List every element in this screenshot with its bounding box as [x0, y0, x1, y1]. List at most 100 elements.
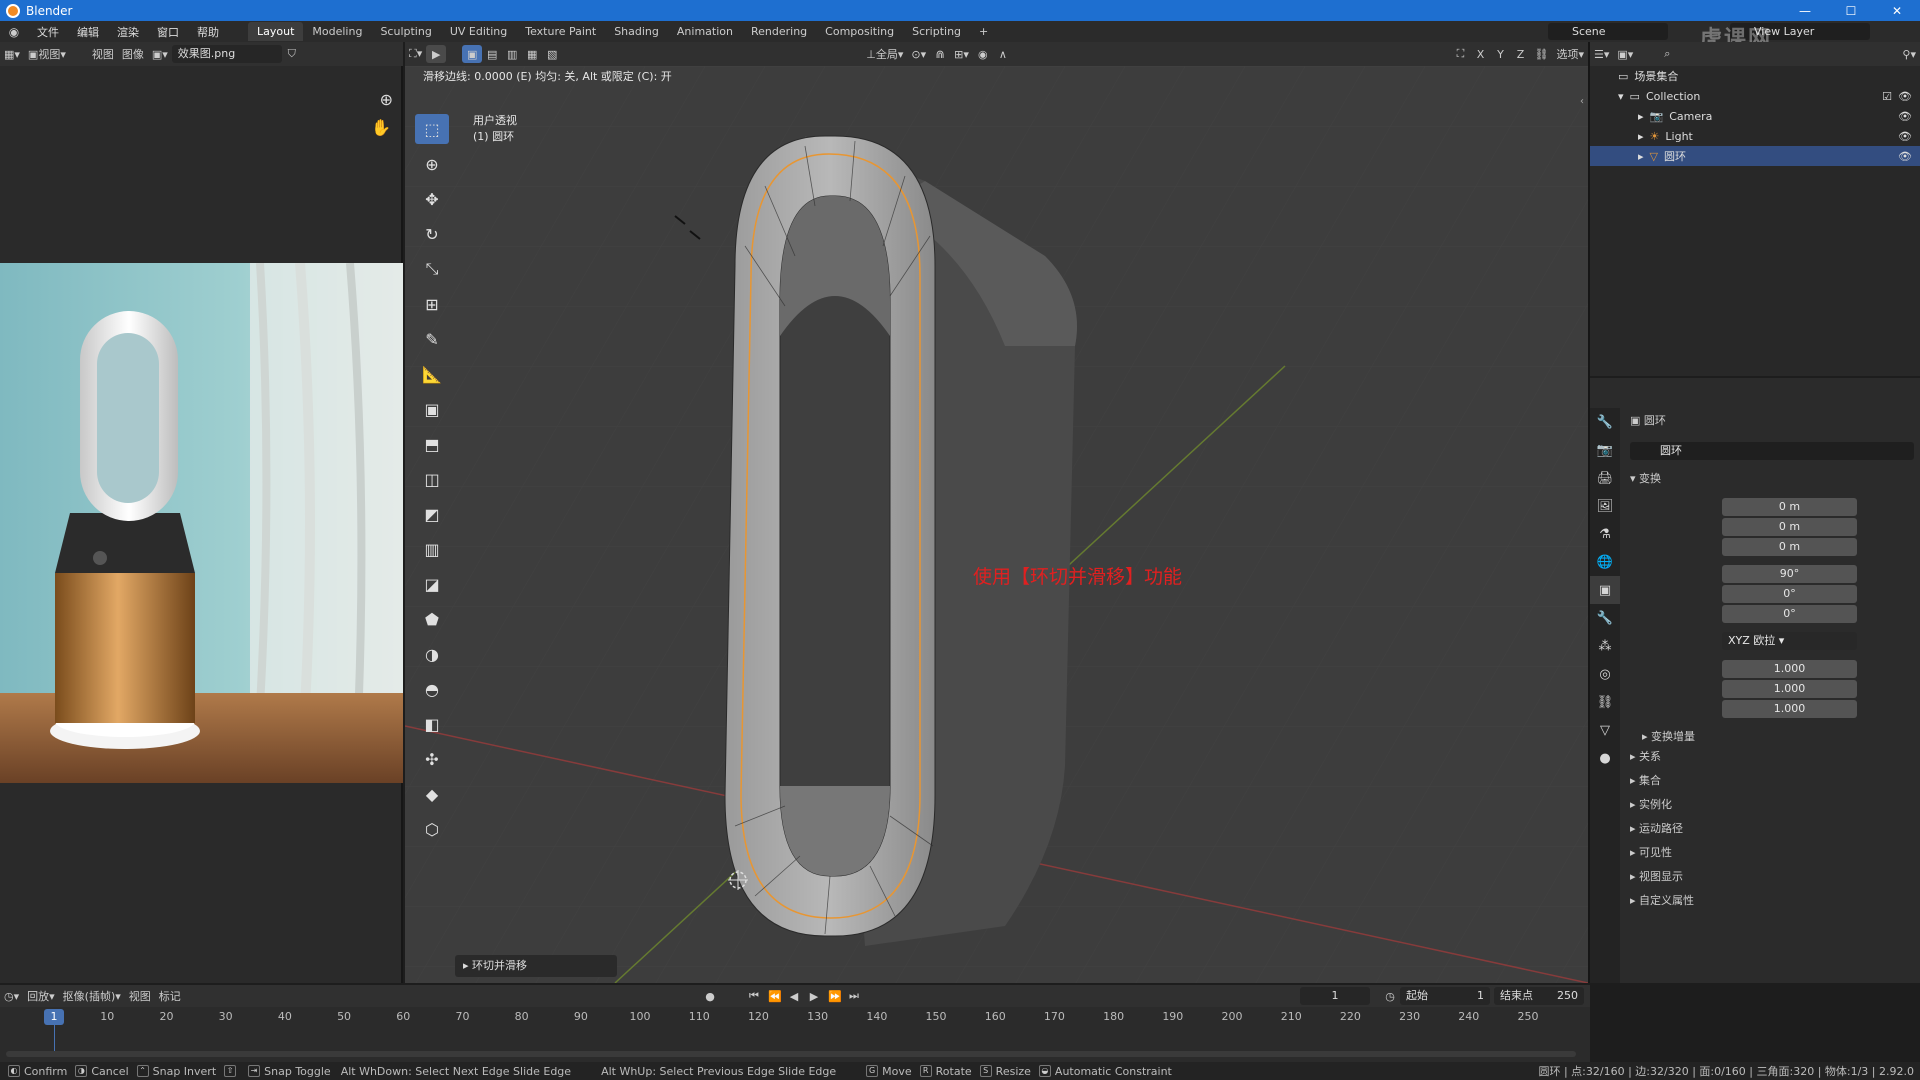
playhead[interactable]: 1 — [44, 1009, 64, 1025]
rotation-x-field[interactable]: 90° — [1722, 565, 1857, 583]
loop-cut-tool-icon[interactable]: ▥ — [415, 534, 449, 564]
snap-icon[interactable]: ⋒ — [930, 45, 950, 63]
view-mode-selector[interactable]: ▣ 视图 ▾ — [24, 45, 70, 63]
scale-z-field[interactable]: 1.000 — [1722, 700, 1857, 718]
select-invert-icon[interactable]: ▦ — [522, 45, 542, 63]
rip-tool-icon[interactable]: ⬡ — [415, 814, 449, 844]
particles-tab-icon[interactable]: ⁂ — [1590, 632, 1620, 660]
outliner-item-camera[interactable]: ▸ 📷 Camera 👁 — [1590, 106, 1920, 126]
scene-tab-icon[interactable]: ⚗ — [1590, 520, 1620, 548]
viewport-display-section[interactable]: ▸ 视图显示 — [1630, 868, 1683, 888]
expand-arrow-icon[interactable]: ▾ — [1618, 90, 1624, 103]
scene-selector[interactable]: Scene — [1548, 23, 1668, 40]
outliner-editor-type-icon[interactable]: ☰▾ — [1590, 45, 1613, 63]
viewport-editor-type-icon[interactable]: ⛶▾ — [405, 45, 426, 63]
transform-section-header[interactable]: ▾ 变换 — [1630, 470, 1661, 490]
menu-edit[interactable]: 编辑 — [68, 24, 108, 40]
scale-y-field[interactable]: 1.000 — [1722, 680, 1857, 698]
motion-paths-section[interactable]: ▸ 运动路径 — [1630, 820, 1683, 840]
play-icon[interactable]: ▶ — [804, 987, 824, 1005]
material-tab-icon[interactable]: ● — [1590, 744, 1620, 772]
jump-start-icon[interactable]: ⏮ — [744, 987, 764, 1005]
collections-section[interactable]: ▸ 集合 — [1630, 772, 1661, 792]
pan-hand-icon[interactable]: ✋ — [371, 118, 391, 137]
location-y-field[interactable]: 0 m — [1722, 518, 1857, 536]
tab-scripting[interactable]: Scripting — [903, 22, 970, 41]
maximize-icon[interactable]: ☐ — [1828, 0, 1874, 21]
relations-section[interactable]: ▸ 关系 — [1630, 748, 1661, 768]
edge-slide-tool-icon[interactable]: ◧ — [415, 709, 449, 739]
menu-timeline-view[interactable]: 视图 — [125, 987, 155, 1005]
display-mode-icon[interactable]: ▣▾ — [1613, 45, 1637, 63]
expand-arrow-icon[interactable]: ▸ — [1638, 110, 1644, 123]
options-menu[interactable]: 选项 ▾ — [1552, 45, 1588, 63]
eye-icon[interactable]: 👁 — [1898, 90, 1912, 103]
jump-end-icon[interactable]: ⏭ — [844, 987, 864, 1005]
custom-properties-section[interactable]: ▸ 自定义属性 — [1630, 892, 1694, 912]
select-mode-icon[interactable]: ▶ — [426, 45, 447, 63]
render-tab-icon[interactable]: 📷 — [1590, 436, 1620, 464]
mirror-icon[interactable]: ⛶ — [1451, 45, 1471, 63]
transform-tool-icon[interactable]: ⊞ — [415, 289, 449, 319]
inset-tool-icon[interactable]: ◫ — [415, 464, 449, 494]
rotation-y-field[interactable]: 0° — [1722, 585, 1857, 603]
auto-merge-icon[interactable]: ⛓ — [1531, 45, 1553, 63]
output-tab-icon[interactable]: 🖨 — [1590, 464, 1620, 492]
physics-tab-icon[interactable]: ◎ — [1590, 660, 1620, 688]
transform-orientation[interactable]: ⊥ 全局 ▾ — [862, 45, 907, 63]
shear-tool-icon[interactable]: ◆ — [415, 779, 449, 809]
visibility-section[interactable]: ▸ 可见性 — [1630, 844, 1672, 864]
tab-layout[interactable]: Layout — [248, 22, 304, 41]
minimize-icon[interactable]: — — [1782, 0, 1828, 21]
select-extend-icon[interactable]: ▤ — [482, 45, 502, 63]
sidebar-toggle-icon[interactable]: ‹ — [1580, 96, 1584, 107]
expand-arrow-icon[interactable]: ▸ — [1638, 150, 1644, 163]
image-name-field[interactable]: 效果图.png — [171, 45, 282, 63]
menu-window[interactable]: 窗口 — [148, 24, 188, 40]
select-new-icon[interactable]: ▣ — [462, 45, 483, 63]
collection-row[interactable]: ▾ ▭ Collection ☑ 👁 — [1590, 86, 1920, 106]
image-browse-icon[interactable]: ▣▾ — [148, 45, 172, 63]
image-editor[interactable]: ⊕ ✋ — [0, 66, 403, 983]
bevel-tool-icon[interactable]: ◩ — [415, 499, 449, 529]
record-icon[interactable]: ● — [700, 987, 720, 1005]
menu-help[interactable]: 帮助 — [188, 24, 228, 40]
add-workspace-icon[interactable]: + — [970, 22, 997, 41]
select-subtract-icon[interactable]: ▥ — [502, 45, 522, 63]
timeline-editor-type-icon[interactable]: ◷▾ — [0, 987, 23, 1005]
tab-sculpting[interactable]: Sculpting — [371, 22, 440, 41]
pivot-icon[interactable]: ⊙▾ — [907, 45, 930, 63]
modifier-tab-icon[interactable]: 🔧 — [1590, 604, 1620, 632]
menu-file[interactable]: 文件 — [28, 24, 68, 40]
falloff-icon[interactable]: ∧ — [993, 45, 1013, 63]
outliner-search-icon[interactable]: ⌕ — [1657, 45, 1677, 63]
outliner-item-ring[interactable]: ▸ ▽ 圆环 👁 — [1590, 146, 1920, 166]
extrude-tool-icon[interactable]: ⬒ — [415, 429, 449, 459]
next-keyframe-icon[interactable]: ⏩ — [824, 987, 846, 1005]
collection-checkbox[interactable]: ☑ — [1882, 90, 1892, 103]
current-frame-field[interactable]: 1 — [1300, 987, 1370, 1005]
rotation-mode-select[interactable]: XYZ 欧拉 ▾ — [1722, 632, 1857, 650]
annotate-tool-icon[interactable]: ✎ — [415, 324, 449, 354]
menu-marker[interactable]: 标记 — [155, 987, 185, 1005]
mirror-y[interactable]: Y — [1491, 45, 1511, 63]
view-layer-tab-icon[interactable]: 🖼 — [1590, 492, 1620, 520]
fake-user-icon[interactable]: ⛉ — [282, 45, 302, 63]
tab-uv-editing[interactable]: UV Editing — [441, 22, 516, 41]
proportional-edit-icon[interactable]: ◉ — [973, 45, 993, 63]
location-x-field[interactable]: 0 m — [1722, 498, 1857, 516]
select-intersect-icon[interactable]: ▧ — [542, 45, 562, 63]
smooth-tool-icon[interactable]: ◓ — [415, 674, 449, 704]
start-frame-field[interactable]: 起始 1 — [1400, 987, 1490, 1005]
filter-icon[interactable]: ⚲▾ — [1898, 45, 1920, 63]
tab-rendering[interactable]: Rendering — [742, 22, 816, 41]
object-name-field[interactable]: 圆环 — [1630, 442, 1914, 460]
cursor-tool-icon[interactable]: ⊕ — [415, 149, 449, 179]
tab-animation[interactable]: Animation — [668, 22, 742, 41]
snap-target-icon[interactable]: ⊞▾ — [950, 45, 973, 63]
last-operator-panel[interactable]: ▸ 环切并滑移 — [455, 955, 617, 977]
location-z-field[interactable]: 0 m — [1722, 538, 1857, 556]
tab-texture-paint[interactable]: Texture Paint — [516, 22, 605, 41]
delta-transform-section[interactable]: ▸ 变换增量 — [1642, 728, 1695, 748]
menu-render[interactable]: 渲染 — [108, 24, 148, 40]
